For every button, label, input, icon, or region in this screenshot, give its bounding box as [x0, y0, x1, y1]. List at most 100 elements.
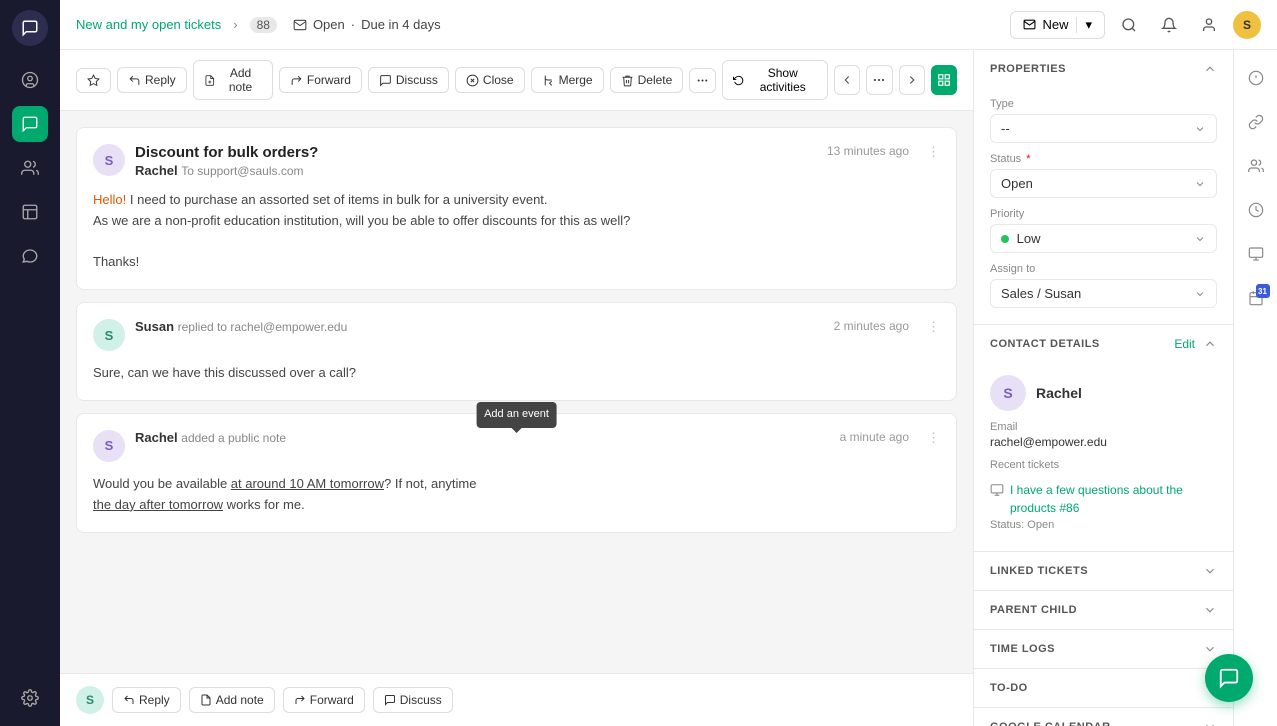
- more-nav-button[interactable]: [866, 65, 892, 95]
- link-icon-button[interactable]: [1240, 106, 1272, 138]
- msg-sender-detail: added a public note: [181, 431, 286, 445]
- merge-button[interactable]: Merge: [531, 67, 604, 93]
- new-button-dropdown[interactable]: ▾: [1076, 17, 1092, 33]
- message-menu-button[interactable]: ⋮: [927, 319, 940, 335]
- sidebar-item-contacts[interactable]: [12, 150, 48, 186]
- message-menu-button[interactable]: ⋮: [927, 144, 940, 160]
- sidebar-logo[interactable]: [12, 10, 48, 46]
- user-avatar[interactable]: S: [1233, 11, 1261, 39]
- linked-tickets-title: LINKED TICKETS: [990, 565, 1203, 577]
- contact-details-title: CONTACT DETAILS: [990, 338, 1174, 350]
- linked-tickets-section[interactable]: LINKED TICKETS: [974, 552, 1233, 591]
- message-card: S Discount for bulk orders? Rachel To su…: [76, 127, 957, 290]
- mail-icon-small: [1023, 18, 1036, 31]
- message-subject: Discount for bulk orders?: [135, 144, 817, 161]
- reply-button[interactable]: Reply: [117, 67, 187, 93]
- new-button[interactable]: New ▾: [1010, 11, 1105, 39]
- close-button[interactable]: Close: [455, 67, 525, 93]
- user-group-icon: [1248, 158, 1264, 174]
- main-content: New and my open tickets › 88 Open · Due …: [60, 0, 1277, 726]
- date-reference: the day after tomorrow: [93, 497, 223, 512]
- recent-ticket-status: Status: Open: [990, 519, 1217, 531]
- chevron-up-icon: [1203, 337, 1217, 351]
- breadcrumb-chevron: ›: [233, 17, 237, 32]
- grid-icon: [937, 73, 951, 87]
- add-note-icon-small: [200, 694, 212, 706]
- reply-bar-forward-button[interactable]: Forward: [283, 687, 365, 713]
- message-menu-button[interactable]: ⋮: [927, 430, 940, 446]
- msg-time: a minute ago: [840, 430, 909, 444]
- parent-child-title: PARENT CHILD: [990, 604, 1203, 616]
- prev-nav-button[interactable]: [834, 65, 860, 95]
- info-icon-button[interactable]: [1240, 62, 1272, 94]
- time-logs-section[interactable]: TIME LOGS: [974, 630, 1233, 669]
- search-icon: [1121, 17, 1137, 33]
- required-indicator: *: [1026, 153, 1030, 165]
- close-icon: [466, 74, 479, 87]
- notifications-button[interactable]: [1153, 9, 1185, 41]
- chat-fab-button[interactable]: [1205, 654, 1253, 702]
- reply-bar-discuss-button[interactable]: Discuss: [373, 687, 453, 713]
- type-select[interactable]: --: [990, 114, 1217, 143]
- user-profile-button[interactable]: [1193, 9, 1225, 41]
- google-calendar-section[interactable]: GOOGLE CALENDAR: [974, 708, 1233, 726]
- parent-child-section[interactable]: PARENT CHILD: [974, 591, 1233, 630]
- user-group-icon-button[interactable]: [1240, 150, 1272, 182]
- add-note-label: Add note: [219, 66, 262, 94]
- sidebar-item-reports[interactable]: [12, 194, 48, 230]
- sidebar-item-inbox[interactable]: [12, 106, 48, 142]
- priority-select[interactable]: Low: [990, 224, 1217, 253]
- clock-icon-button[interactable]: [1240, 194, 1272, 226]
- breadcrumb[interactable]: New and my open tickets: [76, 17, 221, 32]
- msg-time: 2 minutes ago: [834, 319, 909, 333]
- type-label: Type: [990, 98, 1217, 110]
- chat-icon: [1218, 667, 1240, 689]
- reply-bar-add-note-label: Add note: [216, 693, 264, 707]
- forward-button[interactable]: Forward: [279, 67, 362, 93]
- monitor-icon: [1248, 246, 1264, 262]
- recent-ticket-item: I have a few questions about the product…: [990, 473, 1217, 539]
- message-body: Sure, can we have this discussed over a …: [93, 363, 940, 384]
- star-button[interactable]: [76, 68, 111, 93]
- contact-info: S Rachel Email rachel@empower.edu Recent…: [974, 363, 1233, 551]
- show-activities-button[interactable]: Show activities: [722, 60, 828, 100]
- monitor-icon-button[interactable]: [1240, 238, 1272, 270]
- delete-button[interactable]: Delete: [610, 67, 684, 93]
- message-card: S Susan replied to rachel@empower.edu 2 …: [76, 302, 957, 401]
- forward-icon-small: [294, 694, 306, 706]
- next-nav-button[interactable]: [899, 65, 925, 95]
- properties-header[interactable]: PROPERTIES: [974, 50, 1233, 88]
- search-button[interactable]: [1113, 9, 1145, 41]
- discuss-icon: [379, 74, 392, 87]
- assign-to-value: Sales / Susan: [1001, 286, 1081, 301]
- msg-sender-detail: To support@sauls.com: [181, 164, 303, 178]
- discuss-label: Discuss: [396, 73, 438, 87]
- message-meta: Susan replied to rachel@empower.edu: [135, 319, 824, 334]
- status-select[interactable]: Open: [990, 169, 1217, 198]
- calendar-icon-button[interactable]: 31: [1240, 282, 1272, 314]
- message-meta: Rachel added a public note: [135, 430, 830, 445]
- recent-ticket-link[interactable]: I have a few questions about the product…: [1010, 481, 1217, 517]
- reply-bar-add-note-button[interactable]: Add note: [189, 687, 275, 713]
- star-icon: [87, 74, 100, 87]
- delete-label: Delete: [638, 73, 673, 87]
- assign-to-select[interactable]: Sales / Susan: [990, 279, 1217, 308]
- ticket-count: 88: [250, 17, 277, 33]
- edit-contact-link[interactable]: Edit: [1174, 337, 1195, 351]
- contact-avatar: S: [990, 375, 1026, 411]
- sidebar-item-home[interactable]: [12, 62, 48, 98]
- sender-avatar: S: [93, 144, 125, 176]
- grid-view-button[interactable]: [931, 65, 957, 95]
- msg-sender: Rachel: [135, 163, 178, 178]
- contact-details-header[interactable]: CONTACT DETAILS Edit: [974, 325, 1233, 363]
- discuss-button[interactable]: Discuss: [368, 67, 449, 93]
- delete-icon: [621, 74, 634, 87]
- more-horizontal-icon: [872, 73, 886, 87]
- forward-label: Forward: [307, 73, 351, 87]
- todo-section[interactable]: TO-DO: [974, 669, 1233, 708]
- sidebar-item-conversations[interactable]: [12, 238, 48, 274]
- more-button[interactable]: [689, 68, 716, 93]
- add-note-button[interactable]: Add note: [193, 60, 273, 100]
- sidebar-item-settings[interactable]: [12, 680, 48, 716]
- reply-bar-reply-button[interactable]: Reply: [112, 687, 181, 713]
